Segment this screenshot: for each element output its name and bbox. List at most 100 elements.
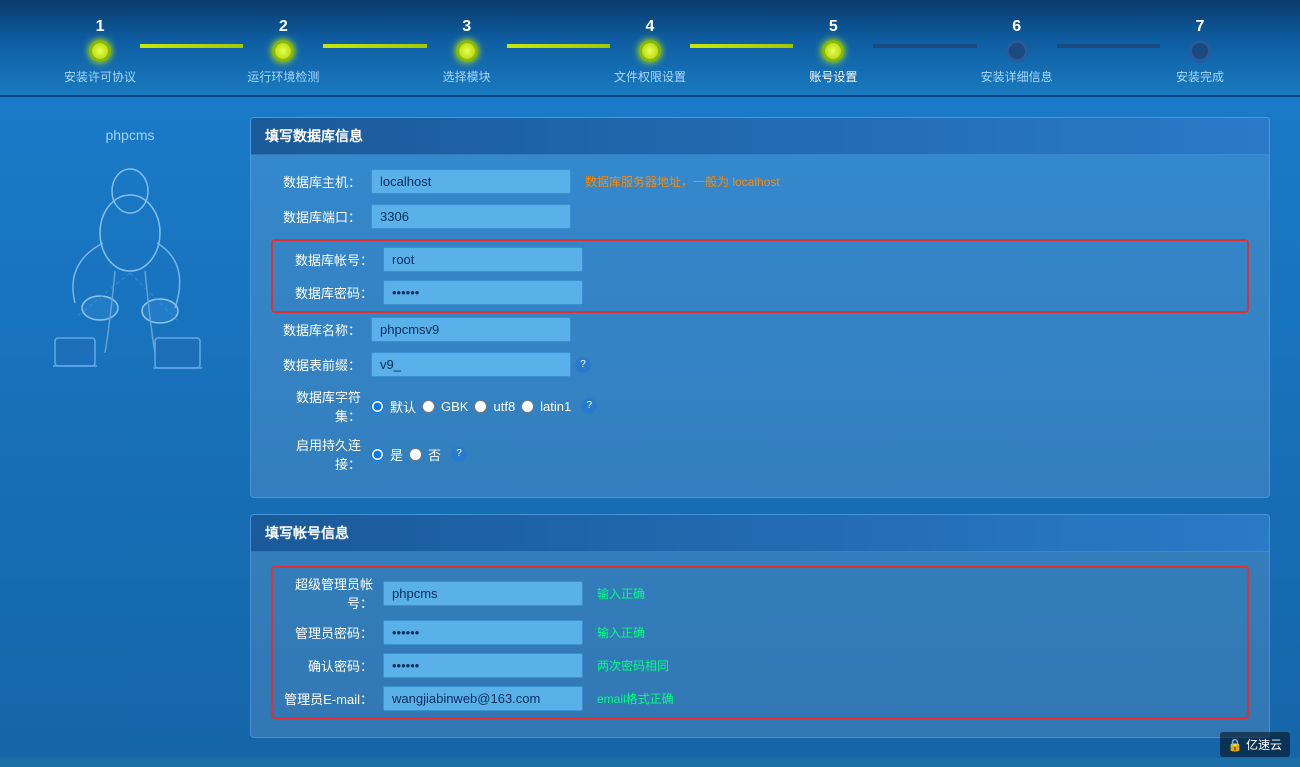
step-7: 7 安装完成	[1160, 18, 1240, 85]
step-1-number: 1	[96, 18, 105, 36]
db-account-input[interactable]	[383, 247, 583, 272]
right-panel: 填写数据库信息 数据库主机： 数据库服务器地址，一般为 localhost 数据…	[250, 117, 1270, 738]
db-highlight-group: 数据库帐号： 数据库密码：	[271, 239, 1249, 313]
step-6-number: 6	[1012, 18, 1021, 36]
confirm-password-hint: 两次密码相同	[597, 657, 669, 674]
admin-password-hint: 输入正确	[597, 624, 645, 641]
step-5-dot	[822, 40, 844, 62]
db-persist-label: 启用持久连接：	[271, 435, 371, 473]
admin-account-input[interactable]	[383, 581, 583, 606]
connector-2	[323, 44, 426, 48]
db-charset-row: 数据库字符集： 默认 GBK utf8 latin1 ?	[271, 387, 1249, 425]
db-password-input[interactable]	[383, 280, 583, 305]
step-2: 2 运行环境检测	[243, 18, 323, 85]
connector-1	[140, 44, 243, 48]
step-3-number: 3	[462, 18, 471, 36]
step-4-label: 文件权限设置	[614, 68, 686, 85]
step-4: 4 文件权限设置	[610, 18, 690, 85]
db-port-label: 数据库端口：	[271, 207, 371, 226]
watermark: 🔒 亿速云	[1220, 732, 1290, 757]
db-account-label: 数据库帐号：	[283, 250, 383, 269]
admin-account-hint: 输入正确	[597, 585, 645, 602]
step-2-number: 2	[279, 18, 288, 36]
persist-yes-radio[interactable]	[371, 448, 384, 461]
charset-default-label: 默认	[390, 397, 416, 416]
db-name-label: 数据库名称：	[271, 320, 371, 339]
illustration-svg	[45, 153, 215, 393]
db-section-title: 填写数据库信息	[251, 118, 1269, 155]
persist-help-icon[interactable]: ?	[451, 446, 467, 462]
charset-help-icon[interactable]: ?	[581, 398, 597, 414]
connector-4	[690, 44, 793, 48]
db-charset-label: 数据库字符集：	[271, 387, 371, 425]
charset-utf8-radio[interactable]	[474, 400, 487, 413]
account-highlight-group: 超级管理员帐号： 输入正确 管理员密码： 输入正确 确认密码： 两	[271, 566, 1249, 719]
db-port-input[interactable]	[371, 204, 571, 229]
account-section-body: 超级管理员帐号： 输入正确 管理员密码： 输入正确 确认密码： 两	[251, 552, 1269, 737]
persist-no-radio[interactable]	[409, 448, 422, 461]
persist-no-label: 否	[428, 445, 441, 464]
charset-default-radio[interactable]	[371, 400, 384, 413]
step-4-dot	[639, 40, 661, 62]
db-section-body: 数据库主机： 数据库服务器地址，一般为 localhost 数据库端口： 数据库…	[251, 155, 1269, 497]
db-prefix-input[interactable]	[371, 352, 571, 377]
db-password-row: 数据库密码：	[283, 280, 1237, 305]
db-name-input[interactable]	[371, 317, 571, 342]
left-panel: phpcms	[30, 117, 230, 738]
admin-email-input[interactable]	[383, 686, 583, 711]
step-1-dot	[89, 40, 111, 62]
step-3-label: 选择模块	[443, 68, 491, 85]
db-host-input[interactable]	[371, 169, 571, 194]
db-form-section: 填写数据库信息 数据库主机： 数据库服务器地址，一般为 localhost 数据…	[250, 117, 1270, 498]
step-7-dot	[1189, 40, 1211, 62]
db-charset-radios: 默认 GBK utf8 latin1 ?	[371, 397, 597, 416]
step-5: 5 账号设置	[793, 18, 873, 85]
charset-gbk-radio[interactable]	[422, 400, 435, 413]
db-persist-row: 启用持久连接： 是 否 ?	[271, 435, 1249, 473]
step-7-label: 安装完成	[1176, 68, 1224, 85]
connector-3	[507, 44, 610, 48]
step-3: 3 选择模块	[427, 18, 507, 85]
phpcms-logo: phpcms	[105, 127, 154, 143]
admin-email-row: 管理员E-mail： email格式正确	[283, 686, 1237, 711]
step-4-number: 4	[646, 18, 655, 36]
step-6: 6 安装详细信息	[977, 18, 1057, 85]
db-prefix-label: 数据表前缀：	[271, 355, 371, 374]
step-6-dot	[1006, 40, 1028, 62]
charset-gbk-label: GBK	[441, 399, 468, 414]
step-6-label: 安装详细信息	[981, 68, 1053, 85]
confirm-password-row: 确认密码： 两次密码相同	[283, 653, 1237, 678]
charset-latin1-radio[interactable]	[521, 400, 534, 413]
db-account-row: 数据库帐号：	[283, 247, 1237, 272]
admin-password-label: 管理员密码：	[283, 623, 383, 642]
account-form-section: 填写帐号信息 超级管理员帐号： 输入正确 管理员密码： 输入正确	[250, 514, 1270, 738]
db-persist-radios: 是 否 ?	[371, 445, 467, 464]
db-prefix-help-icon[interactable]: ?	[575, 357, 591, 373]
confirm-password-input[interactable]	[383, 653, 583, 678]
db-host-label: 数据库主机：	[271, 172, 371, 191]
watermark-text: 亿速云	[1246, 738, 1282, 752]
step-1: 1 安装许可协议	[60, 18, 140, 85]
connector-6	[1057, 44, 1160, 48]
db-name-row: 数据库名称：	[271, 317, 1249, 342]
db-host-row: 数据库主机： 数据库服务器地址，一般为 localhost	[271, 169, 1249, 194]
step-1-label: 安装许可协议	[64, 68, 136, 85]
step-5-label: 账号设置	[809, 68, 857, 85]
charset-utf8-label: utf8	[493, 399, 515, 414]
steps-row: 1 安装许可协议 2 运行环境检测 3 选择模块 4 文件权限设置 5 账号设置	[0, 18, 1300, 85]
step-7-number: 7	[1196, 18, 1205, 36]
admin-password-input[interactable]	[383, 620, 583, 645]
admin-email-hint: email格式正确	[597, 690, 674, 707]
admin-account-row: 超级管理员帐号： 输入正确	[283, 574, 1237, 612]
step-2-label: 运行环境检测	[247, 68, 319, 85]
step-3-dot	[456, 40, 478, 62]
db-port-row: 数据库端口：	[271, 204, 1249, 229]
db-prefix-row: 数据表前缀： ?	[271, 352, 1249, 377]
step-2-dot	[272, 40, 294, 62]
watermark-icon: 🔒	[1228, 738, 1243, 752]
account-section-title: 填写帐号信息	[251, 515, 1269, 552]
main-content: phpcms	[0, 97, 1300, 758]
progress-bar-section: 1 安装许可协议 2 运行环境检测 3 选择模块 4 文件权限设置 5 账号设置	[0, 0, 1300, 97]
charset-latin1-label: latin1	[540, 399, 571, 414]
admin-account-label: 超级管理员帐号：	[283, 574, 383, 612]
